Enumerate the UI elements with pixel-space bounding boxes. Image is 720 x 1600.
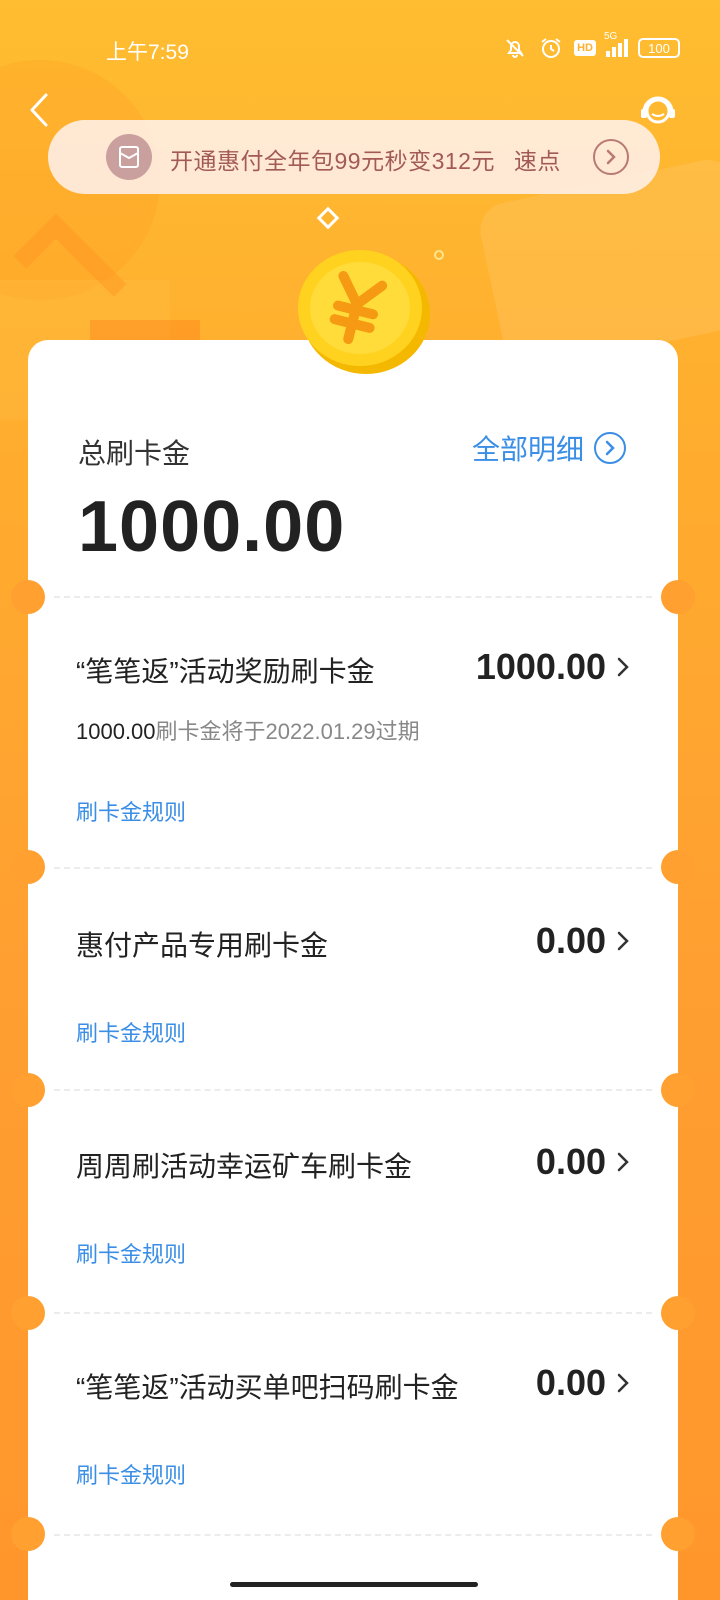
customer-service-icon[interactable]	[638, 90, 678, 130]
divider	[54, 1312, 652, 1314]
chevron-right-icon[interactable]	[614, 1148, 632, 1176]
chevron-right-icon[interactable]	[614, 1369, 632, 1397]
card-notch	[11, 850, 45, 884]
red-packet-icon	[106, 134, 152, 180]
item-title: 惠付产品专用刷卡金	[76, 930, 329, 961]
home-indicator[interactable]	[230, 1582, 478, 1587]
plus-sparkle-decoration: +	[262, 344, 275, 369]
network-type-label: 5G	[604, 31, 618, 42]
card-rules-link[interactable]: 刷卡金规则	[76, 1237, 186, 1269]
divider	[54, 1534, 652, 1536]
card-rules-link[interactable]: 刷卡金规则	[76, 1016, 186, 1048]
item-title: 周周刷活动幸运矿车刷卡金	[76, 1151, 413, 1182]
item-amount: 0.00	[535, 1141, 606, 1182]
status-bar: 上午7:59 HD 5G 100	[0, 0, 720, 96]
card-rules-link[interactable]: 刷卡金规则	[76, 795, 186, 827]
sparkle-dot-decoration	[434, 250, 444, 260]
total-label: 总刷卡金	[78, 438, 191, 469]
battery-icon: 100	[638, 38, 680, 58]
chevron-right-icon[interactable]	[614, 653, 632, 681]
all-details-link[interactable]: 全部明细	[472, 428, 626, 468]
item-title: “笔笔返”活动奖励刷卡金	[76, 656, 375, 687]
card-notch	[11, 1517, 45, 1551]
hd-icon: HD	[574, 40, 596, 56]
back-button[interactable]	[26, 92, 54, 128]
mute-bell-icon	[502, 36, 528, 60]
chevron-right-circle-icon	[594, 432, 626, 464]
expire-amount: 1000.00	[76, 719, 156, 744]
expire-note: 1000.00刷卡金将于2022.01.29过期	[76, 714, 420, 746]
item-title: “笔笔返”活动买单吧扫码刷卡金	[76, 1372, 459, 1403]
promo-message: 开通惠付全年包99元秒变312元	[170, 148, 495, 174]
divider	[54, 1089, 652, 1091]
card-notch	[11, 1073, 45, 1107]
chevron-right-circle-icon[interactable]	[593, 139, 629, 175]
item-amount: 1000.00	[475, 646, 606, 687]
card-notch	[661, 850, 695, 884]
card-notch	[11, 580, 45, 614]
promo-text: 开通惠付全年包99元秒变312元 速点	[170, 142, 561, 176]
card-notch	[661, 1073, 695, 1107]
alarm-clock-icon	[538, 36, 564, 60]
signal-icon: 5G	[604, 31, 628, 57]
card-notch	[11, 1296, 45, 1330]
promo-banner[interactable]: 开通惠付全年包99元秒变312元 速点	[48, 120, 660, 194]
status-icons: HD 5G 100	[502, 31, 680, 60]
card-panel: 总刷卡金 全部明细 1000.00 “笔笔返”活动奖励刷卡金 1000.00 1…	[11, 340, 695, 1600]
expire-text: 刷卡金将于2022.01.29过期	[155, 719, 420, 744]
card-notch	[661, 1517, 695, 1551]
all-details-label: 全部明细	[471, 434, 584, 465]
card-notch	[661, 580, 695, 614]
card-notch	[661, 1296, 695, 1330]
card-rules-link[interactable]: 刷卡金规则	[76, 1458, 186, 1490]
item-amount: 0.00	[535, 1362, 606, 1403]
promo-cta[interactable]: 速点	[514, 148, 561, 174]
total-amount: 1000.00	[78, 487, 346, 567]
chevron-right-icon[interactable]	[614, 927, 632, 955]
status-time: 上午7:59	[106, 41, 189, 64]
divider	[54, 596, 652, 598]
divider	[54, 867, 652, 869]
item-amount: 0.00	[535, 920, 606, 961]
coin-icon	[292, 240, 432, 380]
